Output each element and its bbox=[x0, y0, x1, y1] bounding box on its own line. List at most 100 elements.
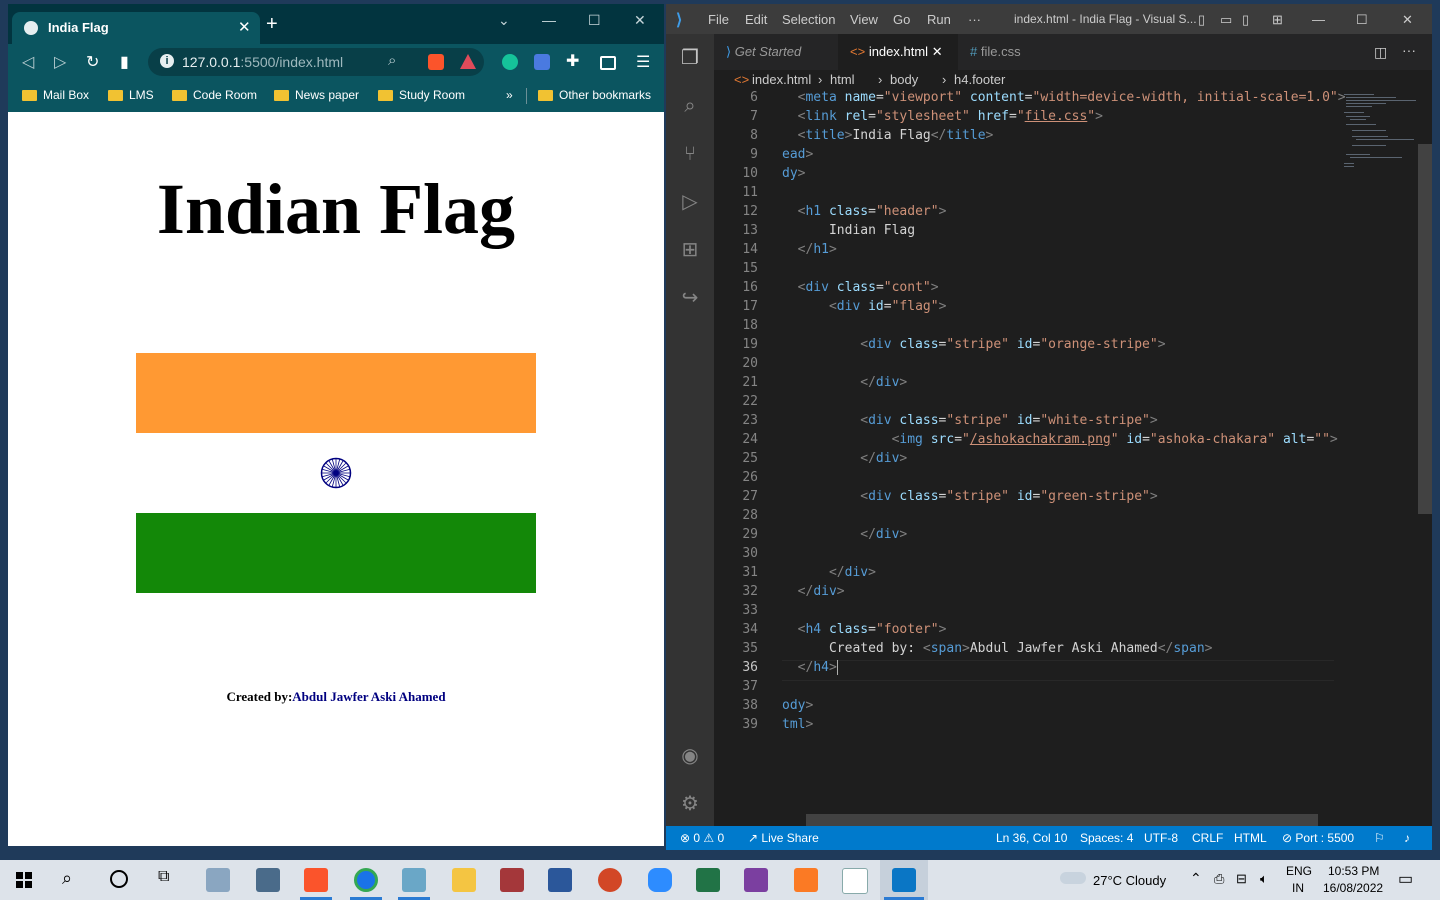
run-debug-icon[interactable]: ▷ bbox=[678, 190, 702, 214]
bookmark-icon[interactable]: ▮ bbox=[120, 52, 129, 72]
extensions-icon[interactable]: ✚ bbox=[566, 54, 582, 70]
search-icon[interactable]: ⌕ bbox=[678, 94, 702, 118]
vertical-scrollbar[interactable] bbox=[1418, 144, 1432, 514]
xampp-icon[interactable] bbox=[794, 868, 818, 892]
layout-sidebar-icon[interactable]: ▯ bbox=[1198, 12, 1205, 28]
notifications-icon[interactable]: ♪ bbox=[1404, 831, 1410, 845]
cortana-icon[interactable] bbox=[110, 870, 128, 888]
brave-rewards-icon[interactable] bbox=[460, 54, 476, 69]
maximize-button[interactable]: ☐ bbox=[1356, 12, 1368, 28]
visual-studio-icon[interactable] bbox=[744, 868, 768, 892]
volume-icon[interactable]: 🔈︎ bbox=[1260, 871, 1268, 887]
tab-file-css[interactable]: # file.css bbox=[958, 34, 1068, 70]
problems-indicator[interactable]: ⊗ 0 ⚠ 0 bbox=[680, 831, 724, 845]
eol-setting[interactable]: CRLF bbox=[1192, 831, 1223, 845]
menu-icon[interactable]: ☰ bbox=[636, 52, 650, 72]
menu-run[interactable]: Run bbox=[927, 12, 951, 27]
extensions-icon[interactable]: ⊞ bbox=[678, 238, 702, 262]
minimize-button[interactable]: — bbox=[1312, 12, 1325, 27]
live-server-port[interactable]: ⊘ Port : 5500 bbox=[1282, 831, 1354, 845]
notification-center-icon[interactable]: ▭ bbox=[1398, 869, 1413, 889]
tab-get-started[interactable]: ⟩ Get Started bbox=[714, 34, 838, 70]
bookmark-code-room[interactable]: Code Room bbox=[172, 88, 257, 102]
encoding-setting[interactable]: UTF-8 bbox=[1144, 831, 1178, 845]
access-icon[interactable] bbox=[500, 868, 524, 892]
app-icon-generic[interactable] bbox=[842, 868, 868, 894]
chevron-up-icon[interactable]: ⌃ bbox=[1190, 870, 1202, 887]
brave-browser-icon[interactable] bbox=[304, 868, 328, 892]
breadcrumb-file[interactable]: index.html bbox=[752, 72, 811, 87]
new-tab-button[interactable]: + bbox=[266, 14, 278, 34]
clock-time[interactable]: 10:53 PM bbox=[1328, 864, 1379, 878]
maximize-button[interactable]: ☐ bbox=[588, 12, 601, 29]
task-view-icon[interactable]: ⧉ bbox=[158, 868, 169, 886]
close-tab-icon[interactable]: ✕ bbox=[932, 44, 943, 59]
powerpoint-icon[interactable] bbox=[598, 868, 622, 892]
menu-go[interactable]: Go bbox=[893, 12, 910, 27]
input-language[interactable]: ENG bbox=[1286, 864, 1312, 878]
source-control-icon[interactable]: ⑂ bbox=[678, 142, 702, 166]
other-bookmarks[interactable]: Other bookmarks bbox=[538, 88, 651, 102]
explorer-icon[interactable]: ❐ bbox=[678, 46, 702, 70]
bookmark-news-paper[interactable]: News paper bbox=[274, 88, 359, 102]
file-explorer-icon[interactable] bbox=[452, 868, 476, 892]
chrome-icon[interactable] bbox=[354, 868, 378, 892]
menu-edit[interactable]: Edit bbox=[745, 12, 767, 27]
live-share-icon[interactable]: ↪ bbox=[678, 286, 702, 310]
network-icon[interactable]: ⊟ bbox=[1236, 871, 1247, 887]
windows-start-icon[interactable] bbox=[16, 872, 32, 888]
account-icon[interactable]: ◉ bbox=[678, 744, 702, 768]
indentation-setting[interactable]: Spaces: 4 bbox=[1080, 831, 1133, 845]
bookmark-mail-box[interactable]: Mail Box bbox=[22, 88, 89, 102]
settings-gear-icon[interactable]: ⚙ bbox=[678, 792, 702, 816]
zoom-icon[interactable] bbox=[648, 868, 672, 892]
search-icon[interactable]: ⌕ bbox=[62, 868, 72, 889]
breadcrumb-h4[interactable]: h4.footer bbox=[954, 72, 1005, 87]
translate-icon[interactable] bbox=[534, 54, 550, 70]
word-icon[interactable] bbox=[548, 868, 572, 892]
code-editor[interactable]: 6 7 8 9 10 11 12 13 14 15 16 17 18 19 20 21 22 23 24 25 26 27… bbox=[714, 90, 1414, 812]
minimap[interactable] bbox=[1342, 90, 1418, 170]
breadcrumb-body[interactable]: body bbox=[890, 72, 918, 87]
close-tab-icon[interactable]: ✕ bbox=[238, 18, 251, 36]
language-mode[interactable]: HTML bbox=[1234, 831, 1267, 845]
more-bookmarks-button[interactable]: » bbox=[506, 88, 513, 102]
customize-layout-icon[interactable]: ⊞ bbox=[1272, 12, 1283, 28]
calculator-icon[interactable] bbox=[256, 868, 280, 892]
vscode-icon[interactable] bbox=[892, 868, 916, 892]
back-icon[interactable]: ◁ bbox=[22, 52, 34, 72]
menu-file[interactable]: File bbox=[708, 12, 729, 27]
tab-search-icon[interactable]: ⌄ bbox=[498, 12, 510, 29]
close-window-button[interactable]: ✕ bbox=[634, 12, 646, 29]
live-share-button[interactable]: ↗ Live Share bbox=[748, 831, 819, 845]
split-editor-icon[interactable]: ◫ bbox=[1374, 44, 1387, 61]
meet-now-icon[interactable]: ⎙ bbox=[1214, 871, 1224, 887]
wallet-icon[interactable] bbox=[600, 56, 616, 70]
app-icon-photos[interactable] bbox=[206, 868, 230, 892]
horizontal-scrollbar[interactable] bbox=[806, 814, 1318, 826]
reload-icon[interactable]: ↻ bbox=[86, 52, 99, 72]
browser-tab[interactable]: India Flag ✕ bbox=[12, 12, 260, 44]
more-actions-icon[interactable]: ··· bbox=[1402, 42, 1416, 58]
site-info-icon[interactable]: i bbox=[160, 54, 174, 68]
tab-index-html[interactable]: <> index.html ✕ bbox=[838, 34, 958, 70]
menu-more[interactable]: ··· bbox=[968, 12, 981, 27]
close-window-button[interactable]: ✕ bbox=[1402, 12, 1413, 28]
breadcrumb-html[interactable]: html bbox=[830, 72, 855, 87]
layout-panel-icon[interactable]: ▭ bbox=[1220, 12, 1232, 28]
forward-icon[interactable]: ▷ bbox=[54, 52, 66, 72]
excel-icon[interactable] bbox=[696, 868, 720, 892]
bookmark-lms[interactable]: LMS bbox=[108, 88, 154, 102]
minimize-button[interactable]: — bbox=[542, 12, 556, 28]
layout-secondary-icon[interactable]: ▯ bbox=[1242, 12, 1249, 28]
zoom-icon[interactable]: ⌕ bbox=[388, 52, 396, 69]
feedback-icon[interactable]: ⚐ bbox=[1374, 831, 1385, 845]
menu-selection[interactable]: Selection bbox=[782, 12, 835, 27]
app-icon-notes[interactable] bbox=[402, 868, 426, 892]
brave-shield-icon[interactable] bbox=[428, 54, 444, 70]
cursor-position[interactable]: Ln 36, Col 10 bbox=[996, 831, 1067, 845]
menu-view[interactable]: View bbox=[850, 12, 878, 27]
bookmark-study-room[interactable]: Study Room bbox=[378, 88, 465, 102]
url-text[interactable]: 127.0.0.1:5500/index.html bbox=[182, 54, 343, 70]
grammarly-icon[interactable] bbox=[502, 54, 518, 70]
